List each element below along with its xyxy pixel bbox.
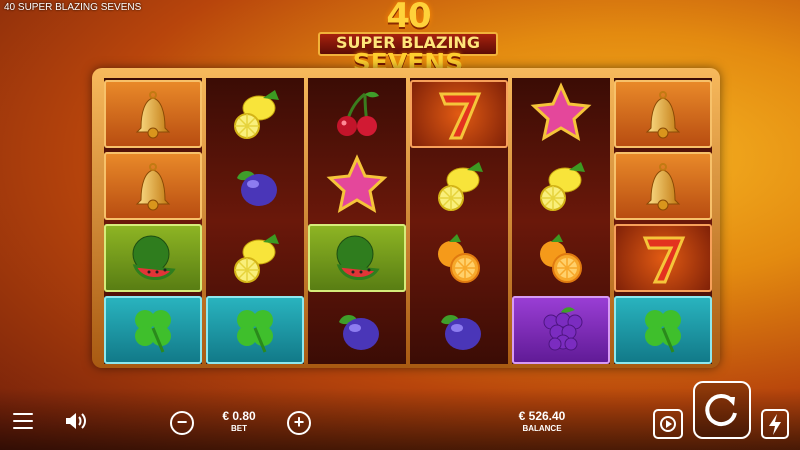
- reel-1: [104, 78, 202, 364]
- lemon-icon: [540, 162, 585, 211]
- reel-5-symbol-2: [512, 152, 610, 220]
- reel-6-symbol-4: [614, 296, 712, 364]
- reel-4-symbol-2: [410, 152, 508, 220]
- bell-icon: [645, 163, 681, 211]
- clover-icon: [135, 310, 171, 353]
- reel-3: [308, 78, 406, 364]
- lemon-icon: [234, 234, 279, 283]
- star-icon: [530, 82, 592, 142]
- reel-3-symbol-4: [308, 296, 406, 364]
- cherry-icon: [337, 91, 379, 136]
- bet-value: € 0.80: [222, 409, 256, 423]
- reel-2-symbol-3: [206, 224, 304, 292]
- increase-bet-button[interactable]: +: [287, 411, 311, 435]
- reel-5-symbol-4: [512, 296, 610, 364]
- reel-2: [206, 78, 304, 364]
- reel-3-symbol-1: [308, 80, 406, 148]
- watermelon-icon: [132, 235, 176, 280]
- menu-icon[interactable]: [13, 413, 33, 429]
- speaker-icon[interactable]: [64, 411, 88, 431]
- reel-4-symbol-1: [410, 80, 508, 148]
- seven-icon: [438, 92, 482, 140]
- orange-icon: [540, 234, 582, 283]
- reel-6-symbol-2: [614, 152, 712, 220]
- bell-icon: [135, 91, 171, 139]
- logo-number: 40: [386, 0, 431, 36]
- reel-5-symbol-1: [512, 80, 610, 148]
- watermelon-icon: [336, 235, 380, 280]
- orange-icon: [438, 234, 480, 283]
- clover-icon: [237, 310, 273, 353]
- reel-1-symbol-1: [104, 80, 202, 148]
- reel-3-symbol-3: [308, 224, 406, 292]
- balance-value: € 526.40: [518, 409, 566, 423]
- reel-2-symbol-4: [206, 296, 304, 364]
- reel-6-symbol-3: [614, 224, 712, 292]
- game-logo: 40 SUPER BLAZING SEVENS: [318, 0, 498, 78]
- grapes-icon: [543, 307, 583, 351]
- reel-2-symbol-1: [206, 80, 304, 148]
- turbo-button[interactable]: [761, 409, 789, 439]
- bell-icon: [135, 163, 171, 211]
- plum-icon: [237, 171, 277, 206]
- reel-5: [512, 78, 610, 364]
- lightning-icon: [769, 414, 781, 435]
- bell-icon: [645, 91, 681, 139]
- seven-icon: [642, 236, 686, 284]
- reel-1-symbol-2: [104, 152, 202, 220]
- reel-1-symbol-3: [104, 224, 202, 292]
- star-icon: [326, 154, 388, 214]
- autoplay-icon: [660, 416, 676, 432]
- plum-icon: [441, 315, 481, 350]
- reel-4: [410, 78, 508, 364]
- reel-3-symbol-2: [308, 152, 406, 220]
- reel-6: [614, 78, 712, 364]
- reel-2-symbol-2: [206, 152, 304, 220]
- lemon-icon: [234, 90, 279, 139]
- reel-5-symbol-3: [512, 224, 610, 292]
- bet-label: BET: [231, 424, 247, 433]
- decrease-bet-button[interactable]: −: [170, 411, 194, 435]
- reel-4-symbol-4: [410, 296, 508, 364]
- spin-icon: [705, 394, 737, 427]
- window-title: 40 SUPER BLAZING SEVENS: [4, 2, 142, 13]
- lemon-icon: [438, 162, 483, 211]
- plum-icon: [339, 315, 379, 350]
- balance-label: BALANCE: [522, 424, 562, 433]
- reel-6-symbol-1: [614, 80, 712, 148]
- reel-grid: [104, 78, 712, 364]
- reel-1-symbol-4: [104, 296, 202, 364]
- spin-button[interactable]: [693, 381, 751, 439]
- clover-icon: [645, 310, 681, 353]
- reel-4-symbol-3: [410, 224, 508, 292]
- autoplay-button[interactable]: [653, 409, 683, 439]
